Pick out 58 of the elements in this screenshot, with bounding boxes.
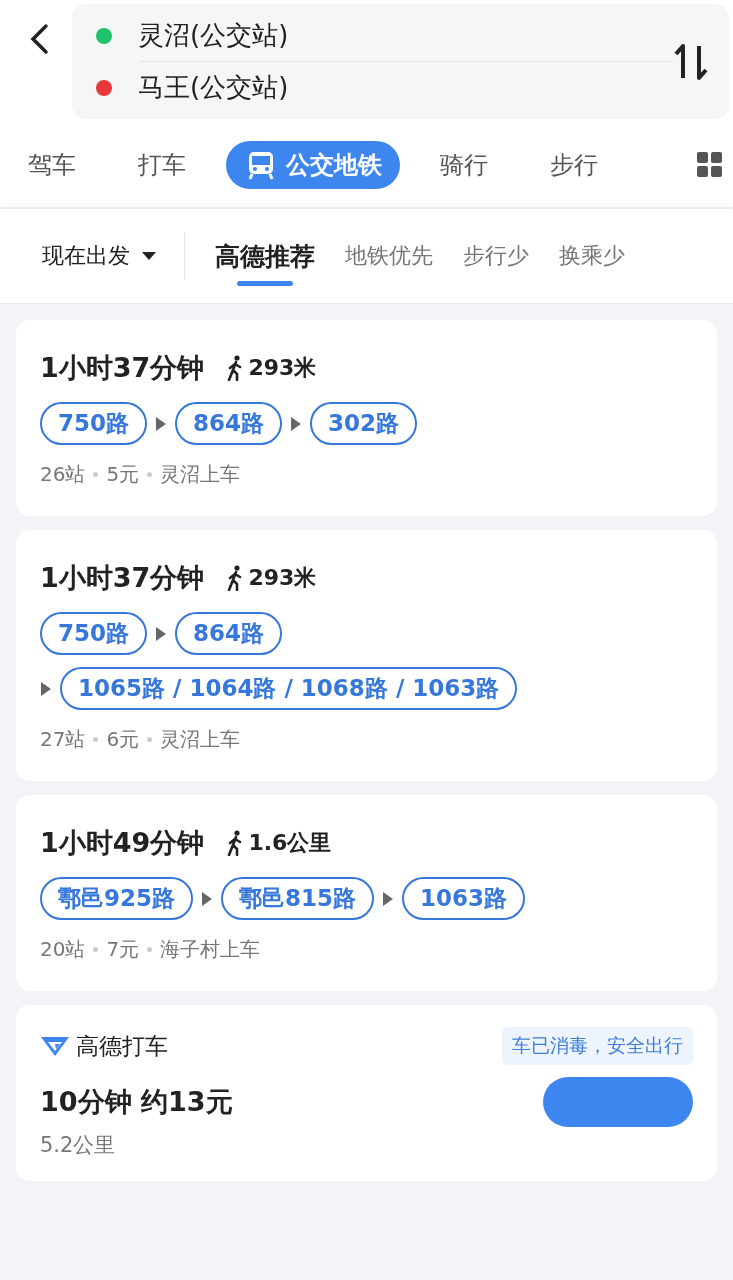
bus-line-tag: 750路 <box>40 402 147 445</box>
bus-line-tag: 1063路 <box>402 877 526 920</box>
mode-tab[interactable]: 步行 <box>528 141 620 189</box>
bus-line-tag: 鄠邑925路 <box>40 877 193 920</box>
walk-distance: 293米 <box>248 354 317 382</box>
taxi-eta-price: 10分钟 约13元 <box>40 1085 233 1119</box>
route-card[interactable]: 1小时49分钟 1.6公里 鄠邑925路 鄠邑815路 1063路 20站 7元 海子村上车 <box>16 795 717 991</box>
destination-field[interactable]: 马王(公交站) <box>138 70 289 105</box>
route-duration: 1小时37分钟 <box>40 351 205 385</box>
bus-line-tag: 鄠邑815路 <box>221 877 375 920</box>
transfer-arrow-icon <box>155 625 167 642</box>
bus-line-tag: 1065路 / 1064路 / 1068路 / 1063路 <box>60 667 518 710</box>
boarding-stop: 海子村上车 <box>160 936 261 963</box>
bus-line-tag: 864路 <box>175 612 283 655</box>
depart-time-dropdown[interactable]: 现在出发 <box>0 232 185 280</box>
bus-line-tag: 750路 <box>40 612 147 655</box>
mode-tab[interactable]: 驾车 <box>28 141 98 189</box>
fare: 6元 <box>106 726 140 753</box>
route-card[interactable]: 1小时37分钟 293米 750路 864路 302路 26站 5元 灵沼上车 <box>16 320 717 516</box>
taxi-card[interactable]: 高德打车 车已消毒，安全出行 10分钟 约13元 5.2公里 <box>16 1005 717 1181</box>
bus-icon <box>246 150 276 180</box>
stop-count: 20站 <box>40 936 86 963</box>
caret-icon <box>142 252 156 260</box>
destination-dot-icon <box>96 79 112 96</box>
sort-tab[interactable]: 地铁优先 <box>345 226 433 286</box>
route-card[interactable]: 1小时37分钟 293米 750路 864路 1065路 / 1064路 / 1068路 / 1063路 27站 6元 灵沼上车 <box>16 530 717 781</box>
taxi-action-button[interactable] <box>543 1077 693 1127</box>
more-modes-icon[interactable] <box>697 152 723 178</box>
fare: 7元 <box>106 936 140 963</box>
transfer-arrow-icon <box>290 415 303 432</box>
origin-field[interactable]: 灵沼(公交站) <box>138 18 289 53</box>
walk-distance: 1.6公里 <box>248 829 332 857</box>
transfer-arrow-icon <box>201 890 213 907</box>
transfer-arrow-icon <box>155 415 167 432</box>
mode-tab[interactable]: 骑行 <box>418 141 510 189</box>
sort-tab[interactable]: 步行少 <box>463 226 529 286</box>
origin-dot-icon <box>96 27 112 44</box>
stop-count: 27站 <box>40 726 86 753</box>
transfer-arrow-icon <box>382 890 395 907</box>
mode-tab[interactable]: 公交地铁 <box>226 141 400 189</box>
transfer-arrow-icon <box>40 680 52 697</box>
boarding-stop: 灵沼上车 <box>160 726 241 753</box>
boarding-stop: 灵沼上车 <box>160 461 241 488</box>
taxi-brand: 高德打车 <box>76 1031 168 1061</box>
sort-tab[interactable]: 高德推荐 <box>215 226 315 286</box>
route-duration: 1小时49分钟 <box>40 826 205 860</box>
taxi-logo-icon <box>40 1035 70 1057</box>
safety-badge: 车已消毒，安全出行 <box>502 1027 693 1065</box>
taxi-distance: 5.2公里 <box>40 1132 117 1159</box>
bus-line-tag: 302路 <box>310 402 418 445</box>
bus-line-tag: 864路 <box>175 402 283 445</box>
swap-icon[interactable] <box>673 41 709 82</box>
stop-count: 26站 <box>40 461 86 488</box>
mode-tab[interactable]: 打车 <box>116 141 208 189</box>
sort-tab[interactable]: 换乘少 <box>559 226 625 286</box>
fare: 5元 <box>106 461 140 488</box>
route-duration: 1小时37分钟 <box>40 561 205 595</box>
walk-distance: 293米 <box>248 564 317 592</box>
